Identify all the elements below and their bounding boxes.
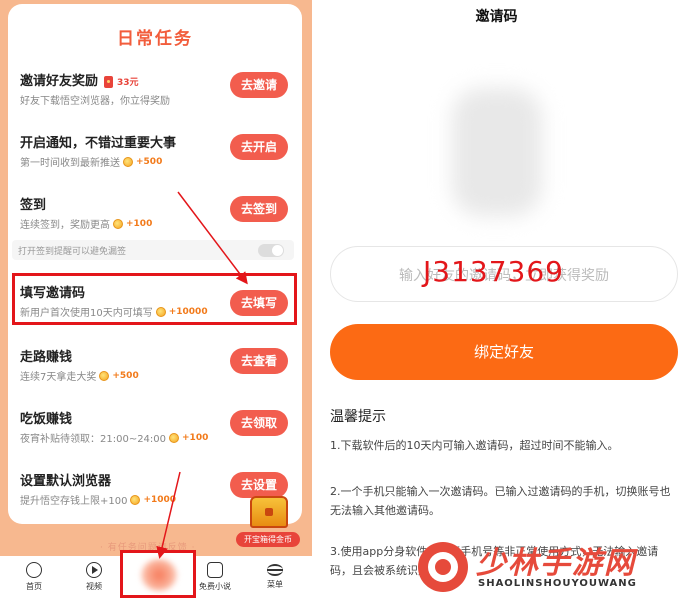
invite-code-task-highlight: [12, 273, 297, 325]
treasure-chest-icon: [250, 496, 288, 528]
menu-icon: [267, 564, 283, 576]
meal-earn-button[interactable]: 去领取: [230, 410, 288, 436]
tab-home[interactable]: 首页: [9, 562, 59, 592]
daily-tasks-panel: 日常任务 邀请好友奖励 33元 好友下载悟空浏览器，你立得奖励 去邀请 开启通知，…: [0, 0, 312, 600]
task-title: 开启通知，不错过重要大事: [20, 136, 177, 151]
task-reward: +500: [112, 370, 139, 381]
task-subtitle: 第一时间收到最新推送: [20, 158, 120, 169]
tips-title: 温馨提示: [330, 409, 386, 425]
task-title: 吃饭赚钱: [20, 412, 73, 427]
treasure-chest[interactable]: 开宝箱得金币: [236, 492, 300, 552]
task-subtitle: 好友下载悟空浏览器，你立得奖励: [20, 96, 170, 107]
task-invite-friends: 邀请好友奖励 33元 好友下载悟空浏览器，你立得奖励 去邀请: [20, 70, 298, 126]
tip-item: 2.一个手机只能输入一次邀请码。已输入过邀请码的手机，切换账号也无法输入其他邀请…: [330, 485, 671, 517]
task-subtitle: 夜宵补贴待领取：21:00~24:00: [20, 434, 167, 445]
avatar: [452, 88, 542, 216]
reminder-toggle[interactable]: [258, 244, 284, 257]
reminder-text: 打开签到提醒可以避免漏签: [18, 247, 127, 257]
home-icon: [26, 562, 42, 578]
tip-item: 1.下载软件后的10天内可输入邀请码，超过时间不能输入。: [330, 439, 619, 452]
red-packet-icon: [104, 75, 114, 88]
watermark: 少林手游网 SHAOLINSHOUYOUWANG: [416, 538, 678, 596]
task-card: 日常任务 邀请好友奖励 33元 好友下载悟空浏览器，你立得奖励 去邀请 开启通知，…: [8, 4, 302, 524]
task-title: 邀请好友奖励: [20, 74, 99, 89]
task-reward: +100: [182, 432, 209, 443]
sign-in-button[interactable]: 去签到: [230, 196, 288, 222]
tab-video[interactable]: 视频: [69, 562, 119, 592]
invite-code-page: 邀请码 输入好友的邀请码，立即获得奖励 J3137369 绑定好友 温馨提示 1…: [312, 0, 681, 600]
tab-menu[interactable]: 菜单: [250, 562, 300, 590]
task-subtitle: 连续签到，奖励更高: [20, 220, 110, 231]
video-play-icon: [86, 562, 102, 578]
tab-free-novel[interactable]: 免费小说: [190, 562, 240, 592]
tab-label: 首页: [26, 582, 42, 591]
tab-label: 免费小说: [199, 582, 231, 591]
coin-icon: [113, 218, 123, 229]
coin-icon: [130, 494, 141, 505]
task-title: 走路赚钱: [20, 350, 73, 365]
task-meal-earn: 吃饭赚钱 夜宵补贴待领取：21:00~24:00 +100 去领取: [20, 408, 298, 464]
watermark-en: SHAOLINSHOUYOUWANG: [478, 578, 637, 589]
task-title: 设置默认浏览器: [20, 474, 112, 489]
watermark-cn: 少林手游网: [476, 546, 636, 581]
book-icon: [207, 562, 223, 578]
task-reward: +100: [126, 218, 153, 229]
task-enable-notification: 开启通知，不错过重要大事 第一时间收到最新推送 +500 去开启: [20, 132, 298, 188]
task-reward: 33元: [117, 78, 139, 88]
tab-label: 菜单: [267, 580, 283, 589]
tab-label: 视频: [86, 582, 102, 591]
task-walk-earn: 走路赚钱 连续7天拿走大奖 +500 去查看: [20, 346, 298, 402]
page-title: 邀请码: [475, 9, 518, 25]
task-subtitle: 连续7天拿走大奖: [20, 372, 97, 383]
invite-button[interactable]: 去邀请: [230, 72, 288, 98]
task-center-icon: [141, 559, 177, 591]
task-reward: +500: [136, 156, 163, 167]
card-title: 日常任务: [117, 29, 193, 49]
task-title: 签到: [20, 198, 47, 213]
coin-icon: [99, 370, 110, 381]
center-tab-highlight[interactable]: [120, 550, 196, 598]
task-reward: +1000: [143, 494, 177, 505]
walk-earn-button[interactable]: 去查看: [230, 348, 288, 374]
sign-in-reminder: 打开签到提醒可以避免漏签: [12, 240, 294, 260]
invite-code-input[interactable]: 输入好友的邀请码，立即获得奖励 J3137369: [330, 246, 678, 302]
task-subtitle: 提升悟空存钱上限+100: [20, 496, 128, 507]
coin-icon: [123, 156, 133, 167]
bind-friend-button[interactable]: 绑定好友: [330, 324, 678, 380]
treasure-label: 开宝箱得金币: [236, 532, 300, 547]
watermark-logo-icon: [418, 542, 468, 592]
enable-notification-button[interactable]: 去开启: [230, 134, 288, 160]
invite-code-value: J3137369: [423, 255, 564, 288]
coin-icon: [169, 432, 180, 443]
